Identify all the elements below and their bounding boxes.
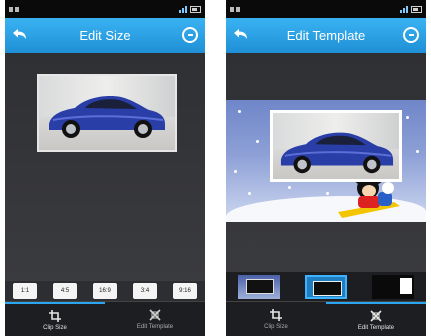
notification-icon (9, 6, 13, 12)
tab-label: Edit Template (136, 324, 174, 330)
template-thumbnail-strip (226, 272, 426, 301)
confirm-icon[interactable] (182, 27, 198, 43)
page-title: Edit Template (286, 28, 366, 43)
phone-screen-edit-size: Edit Size 1:1 4:5 16:9 3:4 9:16 Clip Siz (5, 0, 205, 336)
ratio-button[interactable]: 1:1 (13, 283, 37, 299)
aspect-ratio-selector: 1:1 4:5 16:9 3:4 9:16 (5, 281, 205, 301)
notification-icons (230, 6, 240, 12)
title-bar: Edit Template (226, 18, 426, 53)
notification-icons (9, 6, 19, 12)
notification-icon (230, 6, 234, 12)
template-thumbnail[interactable] (238, 274, 281, 299)
status-bar (5, 0, 205, 18)
tab-label: Clip Size (43, 325, 67, 331)
title-bar: Edit Size (5, 18, 205, 53)
tab-label: Edit Template (357, 325, 395, 331)
car-photo (39, 76, 175, 150)
bottom-tab-bar: Clip Size Edit Template (5, 301, 205, 336)
back-icon[interactable] (232, 27, 250, 43)
battery-icon (411, 5, 422, 13)
phone-screen-edit-template: Edit Template Clip Size Edit Template (226, 0, 426, 336)
tab-edit-template[interactable]: Edit Template (326, 302, 426, 336)
photo-preview[interactable] (37, 74, 177, 152)
crop-icon (49, 310, 61, 322)
status-bar (226, 0, 426, 18)
car-image (280, 132, 394, 174)
system-icons (179, 5, 201, 13)
tab-label: Clip Size (264, 324, 288, 330)
ratio-button[interactable]: 3:4 (133, 283, 157, 299)
page-title: Edit Size (79, 28, 131, 43)
ratio-button[interactable]: 4:5 (53, 283, 77, 299)
car-image (49, 96, 165, 138)
system-icons (400, 5, 422, 13)
battery-icon (190, 5, 201, 13)
tab-clip-size[interactable]: Clip Size (226, 302, 326, 336)
notification-icon (236, 6, 240, 12)
template-icon (149, 309, 161, 321)
confirm-icon[interactable] (403, 27, 419, 43)
ratio-button[interactable]: 9:16 (173, 283, 197, 299)
ratio-button[interactable]: 16:9 (93, 283, 117, 299)
photo-preview[interactable] (270, 110, 402, 182)
template-thumbnail-selected[interactable] (304, 274, 347, 299)
signal-icon (179, 5, 187, 13)
crop-icon (270, 309, 282, 321)
notification-icon (15, 6, 19, 12)
tab-edit-template[interactable]: Edit Template (105, 302, 205, 336)
bottom-tab-bar: Clip Size Edit Template (226, 301, 426, 336)
back-icon[interactable] (11, 27, 29, 43)
tab-clip-size[interactable]: Clip Size (5, 302, 105, 336)
template-thumbnail[interactable] (371, 274, 414, 299)
template-icon (370, 310, 382, 322)
signal-icon (400, 5, 408, 13)
car-photo (273, 113, 399, 179)
